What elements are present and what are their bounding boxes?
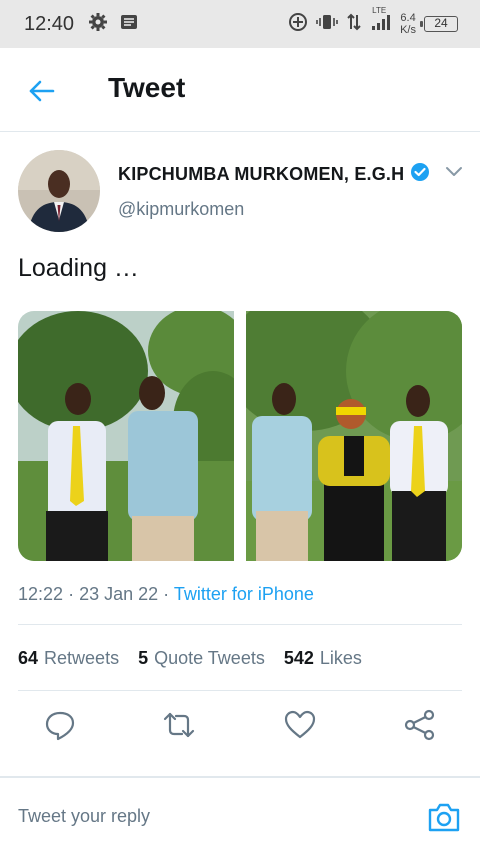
network-type: LTE [372, 5, 387, 15]
signal-icon: LTE [370, 6, 392, 37]
back-arrow-icon[interactable] [28, 77, 56, 105]
notification-icon [120, 13, 138, 36]
data-transfer-icon [346, 12, 362, 37]
status-bar: 12:40 LTE 6.4 K/s 24 [0, 0, 480, 48]
retweets-stat[interactable]: 64 Retweets [18, 648, 119, 669]
reply-bar [0, 776, 480, 854]
tweet-meta: 12:22 · 23 Jan 22 · Twitter for iPhone [18, 584, 314, 605]
chevron-down-icon[interactable] [444, 164, 464, 180]
avatar[interactable] [18, 150, 100, 232]
verified-badge-icon [410, 162, 430, 187]
status-time: 12:40 [24, 12, 75, 35]
tweet-source-link[interactable]: Twitter for iPhone [174, 584, 314, 604]
page-title: Tweet [108, 72, 186, 103]
reply-input[interactable] [18, 806, 398, 827]
tweet-media [18, 311, 462, 561]
vibrate-icon [316, 12, 338, 37]
data-saver-icon [288, 12, 308, 37]
share-icon[interactable] [403, 708, 437, 742]
speed-unit: K/s [400, 24, 416, 36]
like-icon[interactable] [283, 708, 317, 742]
quote-label: Quote Tweets [154, 648, 265, 668]
likes-count: 542 [283, 648, 314, 668]
quote-count: 5 [138, 648, 149, 668]
tweet-actions [0, 708, 480, 748]
retweets-label: Retweets [44, 648, 120, 668]
author-name-row: KIPCHUMBA MURKOMEN, E.G.H [118, 162, 430, 187]
divider [18, 690, 462, 691]
tweet-text: Loading … [18, 254, 139, 282]
tweet-photo-1[interactable] [18, 311, 253, 561]
tweet-date: 23 Jan 22 [79, 584, 159, 604]
likes-stat[interactable]: 542 Likes [284, 648, 362, 669]
author-name[interactable]: KIPCHUMBA MURKOMEN, E.G.H [118, 164, 404, 185]
speed-value: 6.4 [400, 12, 416, 24]
reply-icon[interactable] [43, 708, 77, 742]
meta-separator: · [163, 584, 170, 604]
tweet-photo-2[interactable] [226, 311, 462, 561]
network-speed: 6.4 K/s [400, 12, 416, 36]
settings-icon [88, 12, 108, 37]
likes-label: Likes [319, 648, 362, 668]
retweets-count: 64 [18, 648, 39, 668]
tweet-stats: 64 Retweets 5 Quote Tweets 542 Likes [18, 648, 362, 669]
retweet-icon[interactable] [162, 708, 196, 742]
quote-tweets-stat[interactable]: 5 Quote Tweets [138, 648, 265, 669]
author-handle[interactable]: @kipmurkomen [118, 199, 244, 220]
camera-icon[interactable] [426, 800, 462, 834]
meta-separator: · [68, 584, 75, 604]
tweet-time: 12:22 [18, 584, 64, 604]
battery-icon: 24 [420, 16, 458, 32]
divider [18, 624, 462, 625]
top-app-bar: Tweet [0, 48, 480, 132]
